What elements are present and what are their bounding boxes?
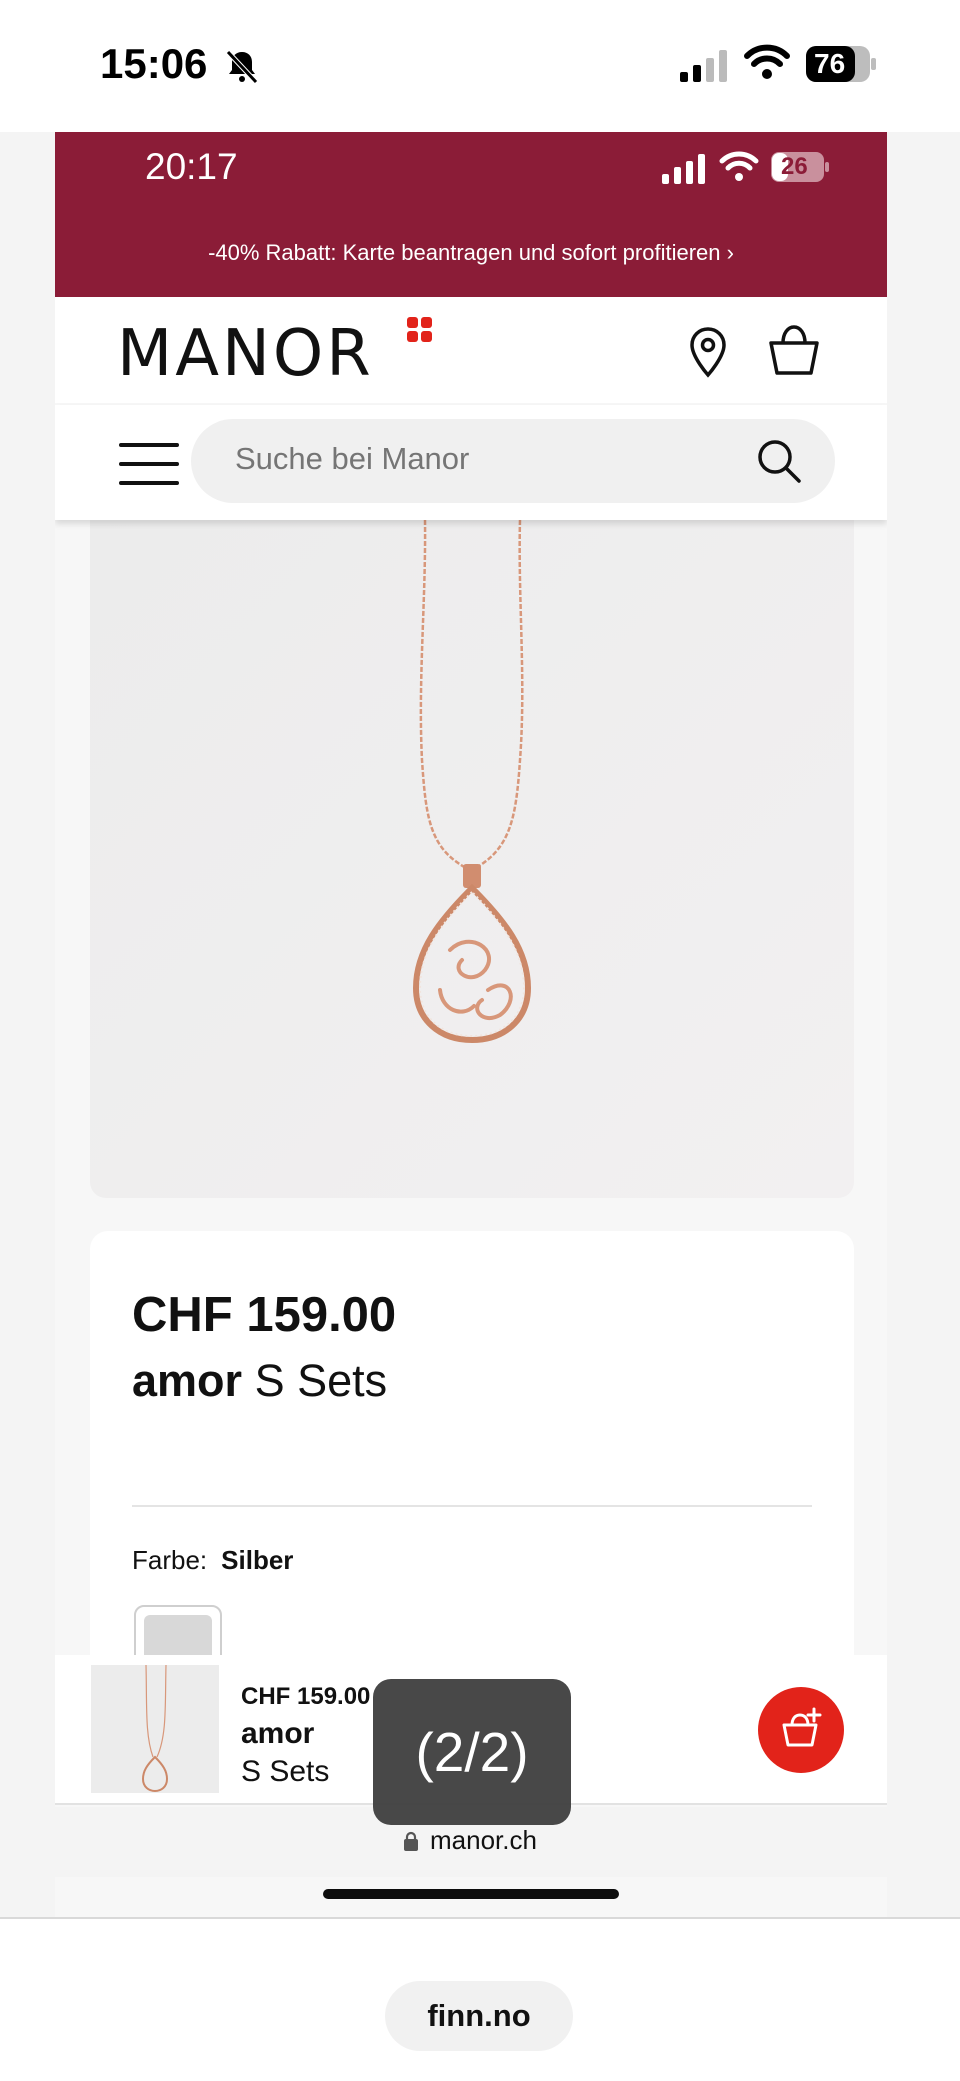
outer-status-bar: 15:06 76 — [0, 0, 960, 132]
bell-muted-icon — [226, 50, 258, 84]
divider — [132, 1505, 812, 1507]
search-icon[interactable] — [755, 437, 803, 485]
battery-level: 76 — [814, 48, 846, 79]
lock-icon — [404, 1831, 418, 1851]
product-name: S Sets — [254, 1355, 388, 1406]
inner-screen: 20:17 26 -40% Rabatt: Karte beantragen u… — [55, 132, 887, 1918]
color-value: Silber — [221, 1545, 294, 1575]
hamburger-menu-icon[interactable] — [119, 441, 179, 487]
search-bar — [55, 405, 887, 520]
product-image[interactable] — [90, 519, 854, 1198]
site-header: MANOR — [55, 297, 887, 403]
battery-icon: 26 — [771, 152, 829, 182]
necklace-image — [412, 519, 532, 1044]
page-counter-overlay: (2/2) — [373, 1679, 571, 1825]
finn-tab-button[interactable]: finn.no — [385, 1981, 573, 2051]
color-label: Farbe: — [132, 1545, 208, 1575]
url-text: manor.ch — [430, 1825, 537, 1855]
product-brand[interactable]: amor — [132, 1355, 242, 1406]
cellular-signal-icon — [680, 50, 727, 82]
store-locator-icon[interactable] — [685, 325, 731, 381]
logo-flower-icon — [407, 317, 432, 342]
product-price: CHF 159.00 — [132, 1288, 397, 1342]
wifi-icon — [719, 151, 759, 181]
bottom-bar: finn.no — [0, 1919, 960, 2081]
manor-logo[interactable]: MANOR — [117, 317, 374, 391]
screenshot-frame: 20:17 26 -40% Rabatt: Karte beantragen u… — [0, 132, 960, 1918]
sticky-price: CHF 159.00 — [241, 1683, 371, 1710]
cart-plus-icon — [782, 1707, 822, 1747]
wifi-icon — [744, 44, 790, 79]
outer-clock: 15:06 — [100, 40, 208, 87]
battery-icon: 76 — [806, 46, 876, 82]
shopping-bag-icon[interactable] — [765, 321, 823, 379]
sticky-name: S Sets — [241, 1755, 330, 1788]
search-field[interactable] — [191, 419, 835, 503]
color-selector-label: Farbe: Silber — [132, 1545, 293, 1576]
inner-clock: 20:17 — [145, 146, 238, 187]
promo-banner: 20:17 26 -40% Rabatt: Karte beantragen u… — [55, 132, 887, 297]
sticky-brand: amor — [241, 1717, 315, 1750]
battery-level: 26 — [781, 153, 808, 180]
product-title: amor S Sets — [132, 1355, 387, 1407]
cellular-signal-icon — [662, 154, 705, 184]
add-to-cart-button[interactable] — [758, 1687, 844, 1773]
product-thumbnail — [91, 1664, 219, 1793]
home-indicator[interactable] — [323, 1889, 619, 1899]
search-input[interactable] — [235, 441, 715, 477]
promo-link[interactable]: -40% Rabatt: Karte beantragen und sofort… — [55, 240, 887, 266]
